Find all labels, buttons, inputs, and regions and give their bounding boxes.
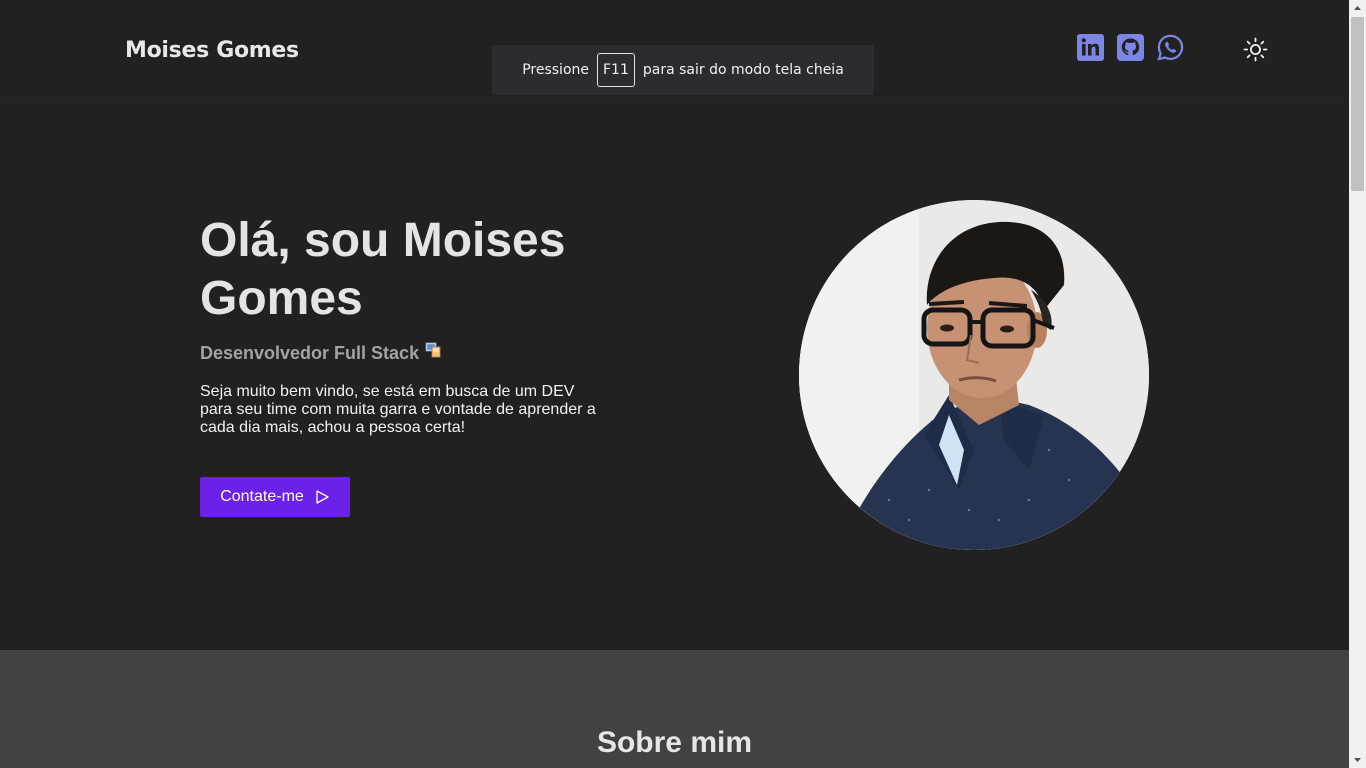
hero-subtitle: Desenvolvedor Full Stack xyxy=(200,342,441,364)
theme-toggle-button[interactable] xyxy=(1243,37,1268,62)
whatsapp-link[interactable] xyxy=(1157,34,1184,61)
scrollbar-thumb[interactable] xyxy=(1351,17,1364,191)
github-icon xyxy=(1117,34,1144,61)
scroll-down-arrow-icon[interactable] xyxy=(1349,751,1366,768)
contact-button-label: Contate-me xyxy=(220,488,304,505)
hero-subtitle-text: Desenvolvedor Full Stack xyxy=(200,343,420,363)
linkedin-link[interactable] xyxy=(1077,34,1104,61)
hero-title: Olá, sou Moises Gomes xyxy=(200,214,566,325)
profile-photo xyxy=(799,200,1149,550)
profile-photo-illustration xyxy=(799,200,1149,550)
page: Moises Gomes Pressione F11 para sair do … xyxy=(0,0,1349,768)
github-link[interactable] xyxy=(1117,34,1144,61)
fullscreen-exit-toast: Pressione F11 para sair do modo tela che… xyxy=(492,45,874,95)
about-section: Sobre mim xyxy=(0,650,1349,768)
send-arrow-icon xyxy=(316,490,329,504)
scroll-up-arrow-icon[interactable] xyxy=(1349,0,1366,17)
brand-logo-text[interactable]: Moises Gomes xyxy=(125,38,299,63)
laptop-emoji-icon xyxy=(425,342,441,357)
toast-prefix: Pressione xyxy=(522,62,589,78)
toast-key: F11 xyxy=(597,53,635,87)
social-links xyxy=(1077,34,1184,61)
hero-description: Seja muito bem vindo, se está em busca d… xyxy=(200,383,596,436)
contact-button[interactable]: Contate-me xyxy=(200,477,350,517)
vertical-scrollbar[interactable] xyxy=(1349,0,1366,768)
whatsapp-icon xyxy=(1157,34,1184,61)
toast-suffix: para sair do modo tela cheia xyxy=(642,62,844,78)
sun-icon xyxy=(1243,37,1268,62)
linkedin-icon xyxy=(1077,34,1104,61)
about-title: Sobre mim xyxy=(596,726,753,759)
